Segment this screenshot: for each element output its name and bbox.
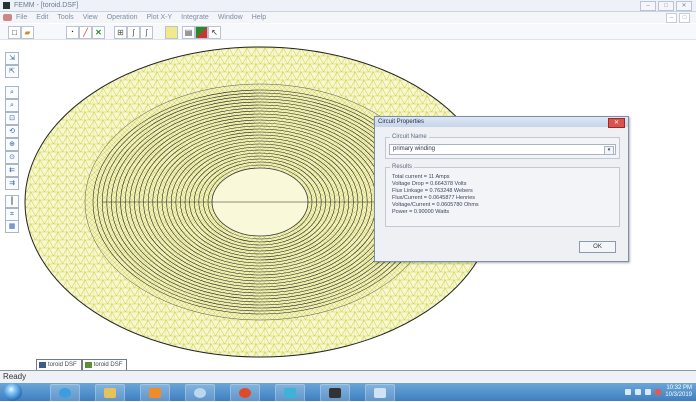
browser-icon <box>59 388 71 398</box>
tray-flag-icon[interactable] <box>655 389 662 395</box>
menu-view[interactable]: View <box>83 12 98 23</box>
results-text: Total current = 11 Amps Voltage Drop = 0… <box>392 174 479 216</box>
zoom-out-icon[interactable]: ⇱ <box>5 65 19 78</box>
circuit-name-value: primary winding <box>393 146 436 152</box>
dialog-title-bar[interactable]: Circuit Properties ✕ <box>375 117 628 128</box>
chrome-icon <box>239 388 251 398</box>
menu-integrate[interactable]: Integrate <box>181 12 209 23</box>
network-icon <box>284 388 296 398</box>
refresh-icon[interactable]: ⟲ <box>5 125 19 138</box>
circuit-properties-dialog: Circuit Properties ✕ Circuit Name primar… <box>374 116 629 262</box>
tray-arrow-icon[interactable] <box>625 389 632 395</box>
doc-restore-button[interactable]: □ <box>679 13 690 23</box>
result-flux-linkage: Flux Linkage = 0.763248 Webers <box>392 188 473 194</box>
circuit-name-select[interactable]: primary winding ▾ <box>389 144 616 155</box>
window-icon <box>374 388 386 398</box>
taskbar-media-button[interactable] <box>140 384 170 402</box>
start-button[interactable] <box>4 383 22 401</box>
zoom-natural-icon[interactable]: ⌕ <box>5 99 19 112</box>
menu-plot-xy[interactable]: Plot X-Y <box>146 12 172 23</box>
left-toolbar: ⇲ ⇱ ⌕ ⌕ ⊡ ⟲ ⊕ ⊙ ⇇ ⇉ ┃ ⌗ ▦ <box>3 52 21 233</box>
integrate-icon[interactable]: ʃ <box>140 26 153 39</box>
results-label: Results <box>390 164 415 170</box>
menu-tools[interactable]: Tools <box>57 12 73 23</box>
snap-icon[interactable]: ⊙ <box>5 151 19 164</box>
clock-time: 10:32 PM <box>666 385 692 391</box>
taskbar-window-button[interactable] <box>365 384 395 402</box>
status-bar: Ready <box>0 371 696 383</box>
delete-icon[interactable]: ✕ <box>92 26 105 39</box>
menu-file[interactable]: File <box>16 12 27 23</box>
results-group: Results Total current = 11 Amps Voltage … <box>385 164 620 227</box>
chevron-down-icon[interactable]: ▾ <box>604 146 614 155</box>
tray-network-icon[interactable] <box>635 389 642 395</box>
arrow-left-icon[interactable]: ⇇ <box>5 164 19 177</box>
open-file-icon[interactable]: ▰ <box>21 26 34 39</box>
dialog-close-button[interactable]: ✕ <box>608 118 625 128</box>
color-icon[interactable] <box>195 26 208 39</box>
menu-window[interactable]: Window <box>218 12 243 23</box>
taskbar-chrome-button[interactable] <box>230 384 260 402</box>
menu-help[interactable]: Help <box>252 12 266 23</box>
segment-mode-icon[interactable]: ╱ <box>79 26 92 39</box>
point-mode-icon[interactable]: ▪ <box>66 26 79 39</box>
menu-bar: File Edit Tools View Operation Plot X-Y … <box>0 12 696 23</box>
media-icon <box>149 388 161 398</box>
maximize-button[interactable]: □ <box>658 1 674 11</box>
system-tray: 10:32 PM 10/3/2019 <box>625 385 692 399</box>
document-icon[interactable] <box>3 14 12 21</box>
density-icon[interactable]: ▦ <box>5 220 19 233</box>
result-power: Power = 0.90000 Watts <box>392 209 450 215</box>
menu-operation[interactable]: Operation <box>107 12 138 23</box>
folder-icon <box>104 388 116 398</box>
pan-icon[interactable]: ⊡ <box>5 112 19 125</box>
window-title: FEMM - [toroid.DSF] <box>14 2 79 9</box>
pointer-icon[interactable]: ↖ <box>208 26 221 39</box>
taskbar-ie-button[interactable] <box>50 384 80 402</box>
result-voltage-current: Voltage/Current = 0.0605780 Ohms <box>392 202 479 208</box>
result-flux-current: Flux/Current = 0.0645877 Henries <box>392 195 476 201</box>
clock-date: 10/3/2019 <box>665 392 692 398</box>
document-icon <box>39 362 46 368</box>
graph-icon[interactable]: ʃ <box>127 26 140 39</box>
circuit-name-group: Circuit Name primary winding ▾ <box>385 134 620 159</box>
contour-icon[interactable]: ┃ <box>5 195 19 208</box>
circuit-name-label: Circuit Name <box>390 134 429 140</box>
status-text: Ready <box>3 372 27 381</box>
arrow-right-icon[interactable]: ⇉ <box>5 177 19 190</box>
clock[interactable]: 10:32 PM 10/3/2019 <box>665 385 692 399</box>
density-plot-icon[interactable] <box>165 26 178 39</box>
doc-minimize-button[interactable]: – <box>666 13 677 23</box>
document-icon <box>84 362 92 368</box>
plot-icon[interactable]: ⊞ <box>114 26 127 39</box>
window-title-bar: FEMM - [toroid.DSF] – □ ✕ <box>0 0 696 12</box>
document-tabs: toroid DSF toroid DSF <box>36 359 128 371</box>
result-total-current: Total current = 11 Amps <box>392 174 450 180</box>
taskbar-femm-button[interactable] <box>320 384 350 402</box>
grid-icon[interactable]: ⊕ <box>5 138 19 151</box>
close-button[interactable]: ✕ <box>676 1 692 11</box>
zoom-window-icon[interactable]: ⌕ <box>5 86 19 99</box>
new-file-icon[interactable]: □ <box>8 26 21 39</box>
tray-volume-icon[interactable] <box>645 389 652 395</box>
taskbar-explorer-button[interactable] <box>95 384 125 402</box>
app-icon <box>3 2 10 9</box>
app-icon <box>194 388 206 398</box>
minimize-button[interactable]: – <box>640 1 656 11</box>
zoom-in-icon[interactable]: ⇲ <box>5 52 19 65</box>
ok-button[interactable]: OK <box>579 241 616 253</box>
taskbar-app-button[interactable] <box>185 384 215 402</box>
result-voltage-drop: Voltage Drop = 0.664378 Volts <box>392 181 467 187</box>
main-toolbar: □ ▰ ▪ ╱ ✕ ⊞ ʃ ʃ ▤ ↖ <box>0 24 696 40</box>
femm-icon <box>329 388 341 398</box>
mesh-icon[interactable]: ▤ <box>182 26 195 39</box>
dialog-title: Circuit Properties <box>378 119 425 125</box>
menu-edit[interactable]: Edit <box>36 12 48 23</box>
taskbar: 10:32 PM 10/3/2019 <box>0 383 696 402</box>
taskbar-network-button[interactable] <box>275 384 305 402</box>
